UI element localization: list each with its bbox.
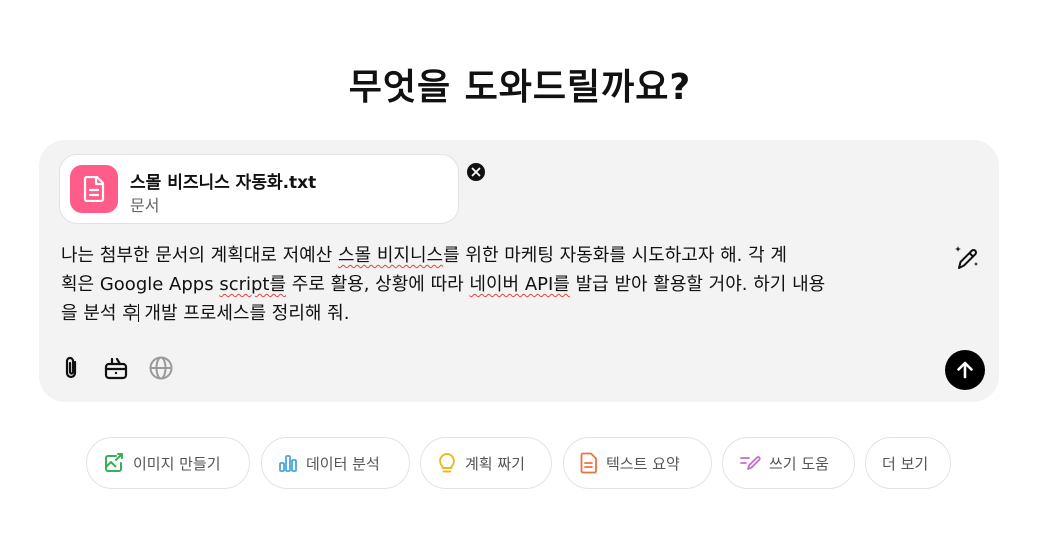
attachment-type: 문서 xyxy=(130,196,160,215)
send-button[interactable] xyxy=(945,350,985,390)
remove-attachment-button[interactable] xyxy=(465,161,487,183)
toolbox-icon xyxy=(104,357,128,380)
lightbulb-icon xyxy=(439,453,455,473)
attachment-card[interactable]: 스몰 비즈니스 자동화.txt 문서 xyxy=(59,154,487,224)
chip-create-image[interactable]: 이미지 만들기 xyxy=(86,437,250,489)
chip-label: 데이터 분석 xyxy=(306,454,380,473)
web-search-button[interactable] xyxy=(147,354,175,382)
chip-label: 더 보기 xyxy=(882,454,929,473)
pen-icon xyxy=(740,456,761,470)
chip-label: 쓰기 도움 xyxy=(769,454,829,473)
attach-button[interactable] xyxy=(57,354,85,382)
attachment-name: 스몰 비즈니스 자동화.txt xyxy=(130,173,317,193)
bar-chart-icon xyxy=(279,455,297,472)
paperclip-icon xyxy=(65,356,77,379)
close-icon xyxy=(471,167,481,177)
chip-more[interactable]: 더 보기 xyxy=(865,437,951,489)
prompt-line-3: 을 분석 후 개발 프로세스를 정리해 줘. xyxy=(61,303,350,324)
tools-button[interactable] xyxy=(102,354,130,382)
suggestion-chips: 이미지 만들기 데이터 분석 계획 짜기 텍스트 요약 쓰기 도움 더 보기 xyxy=(0,437,1040,491)
document-icon xyxy=(70,165,118,213)
chip-data-analysis[interactable]: 데이터 분석 xyxy=(261,437,410,489)
image-icon xyxy=(105,453,123,472)
prompt-composer: 스몰 비즈니스 자동화.txt 문서 나는 첨부한 문서의 계획대로 저예산 스… xyxy=(39,140,999,402)
chip-label: 계획 짜기 xyxy=(465,454,525,473)
globe-icon xyxy=(149,356,173,380)
document-icon xyxy=(580,452,597,474)
arrow-up-icon xyxy=(957,361,973,379)
chip-label: 텍스트 요약 xyxy=(606,454,680,473)
chip-summarize-text[interactable]: 텍스트 요약 xyxy=(563,437,712,489)
chip-label: 이미지 만들기 xyxy=(133,454,221,473)
chip-writing-help[interactable]: 쓰기 도움 xyxy=(722,437,855,489)
magic-pen-icon xyxy=(955,246,978,269)
prompt-line-2: 획은 Google Apps script를 주로 활용, 상황에 따라 네이버… xyxy=(61,274,826,295)
prompt-input[interactable]: 나는 첨부한 문서의 계획대로 저예산 스몰 비지니스를 위한 마케팅 자동화를… xyxy=(61,241,931,328)
page-title: 무엇을 도와드릴까요? xyxy=(348,67,692,108)
chip-make-plan[interactable]: 계획 짜기 xyxy=(420,437,552,489)
prompt-line-1: 나는 첨부한 문서의 계획대로 저예산 스몰 비지니스를 위한 마케팅 자동화를… xyxy=(61,245,787,266)
enhance-prompt-button[interactable] xyxy=(951,243,981,273)
